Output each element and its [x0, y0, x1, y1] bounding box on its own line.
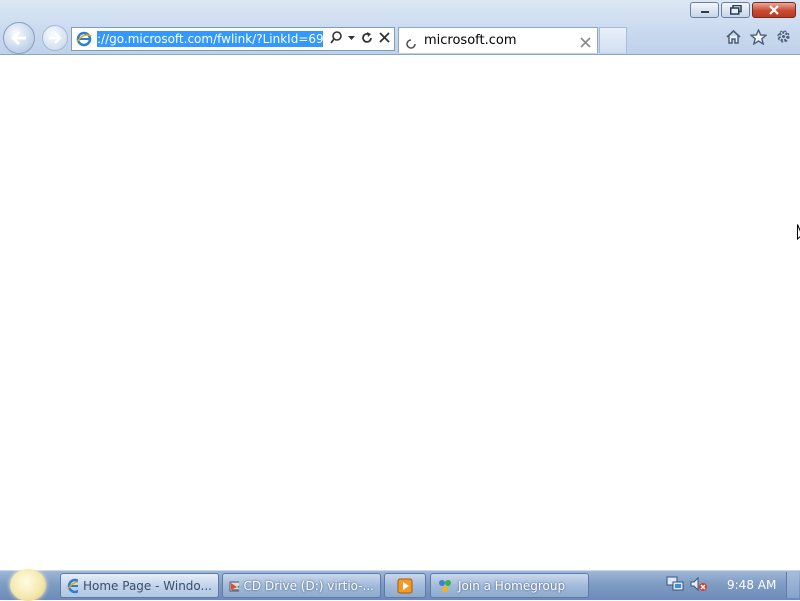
address-tools [330, 31, 390, 44]
home-icon[interactable] [725, 29, 742, 45]
taskbar-button-homegroup[interactable]: Join a Homegroup [430, 573, 589, 598]
close-icon [769, 5, 779, 15]
command-icons [725, 28, 792, 45]
cd-drive-icon [229, 581, 239, 591]
taskbar-button-home-page[interactable]: Home Page - Windo... [60, 573, 219, 598]
page-content [0, 55, 800, 570]
close-window-button[interactable] [752, 2, 796, 18]
volume-muted-icon [690, 576, 707, 592]
taskbar-button-label: Home Page - Windo... [83, 578, 212, 593]
ie-icon [76, 31, 92, 51]
back-button[interactable] [3, 22, 35, 54]
new-tab-button[interactable] [599, 27, 627, 53]
tray-network-icon[interactable] [666, 576, 684, 593]
taskbar-clock[interactable]: 9:48 AM [727, 578, 776, 592]
show-desktop-button[interactable] [786, 572, 799, 598]
chevron-down-icon[interactable] [348, 35, 355, 41]
search-icon[interactable] [330, 31, 342, 44]
taskbar-button-label: CD Drive (D:) virtio-... [243, 578, 374, 593]
favorites-star-icon[interactable] [750, 28, 767, 45]
minimize-button[interactable] [690, 2, 719, 18]
tab-microsoft[interactable]: microsoft.com [398, 27, 598, 53]
start-button[interactable] [10, 569, 46, 601]
homegroup-icon [439, 579, 451, 592]
loading-spinner-icon [405, 35, 417, 54]
address-input[interactable]: ://go.microsoft.com/fwlink/?LinkId=69157 [97, 31, 323, 47]
restore-icon [729, 5, 742, 15]
taskbar-button-media-player[interactable] [384, 573, 426, 598]
taskbar-button-cd-drive[interactable]: CD Drive (D:) virtio-... [222, 573, 381, 598]
tray-volume-icon[interactable] [690, 576, 708, 593]
arrow-right-icon [49, 32, 62, 44]
tab-title: microsoft.com [424, 33, 517, 48]
ie-icon [67, 578, 78, 593]
close-tab-button[interactable] [580, 33, 591, 52]
media-player-icon [397, 578, 413, 593]
taskbar: Home Page - Windo... CD Drive (D:) virti… [0, 569, 800, 601]
restore-button[interactable] [721, 2, 750, 18]
arrow-left-icon [10, 30, 26, 46]
forward-button[interactable] [42, 25, 68, 51]
close-icon [580, 37, 591, 48]
stop-icon[interactable] [379, 32, 390, 43]
address-bar[interactable]: ://go.microsoft.com/fwlink/?LinkId=69157 [71, 27, 395, 51]
browser-frame: ://go.microsoft.com/fwlink/?LinkId=69157… [0, 0, 800, 55]
taskbar-button-label: Join a Homegroup [458, 578, 566, 593]
window-controls [690, 2, 796, 18]
gear-icon[interactable] [775, 28, 792, 45]
minimize-icon [700, 11, 709, 13]
refresh-icon[interactable] [361, 31, 373, 44]
network-icon [666, 576, 684, 591]
